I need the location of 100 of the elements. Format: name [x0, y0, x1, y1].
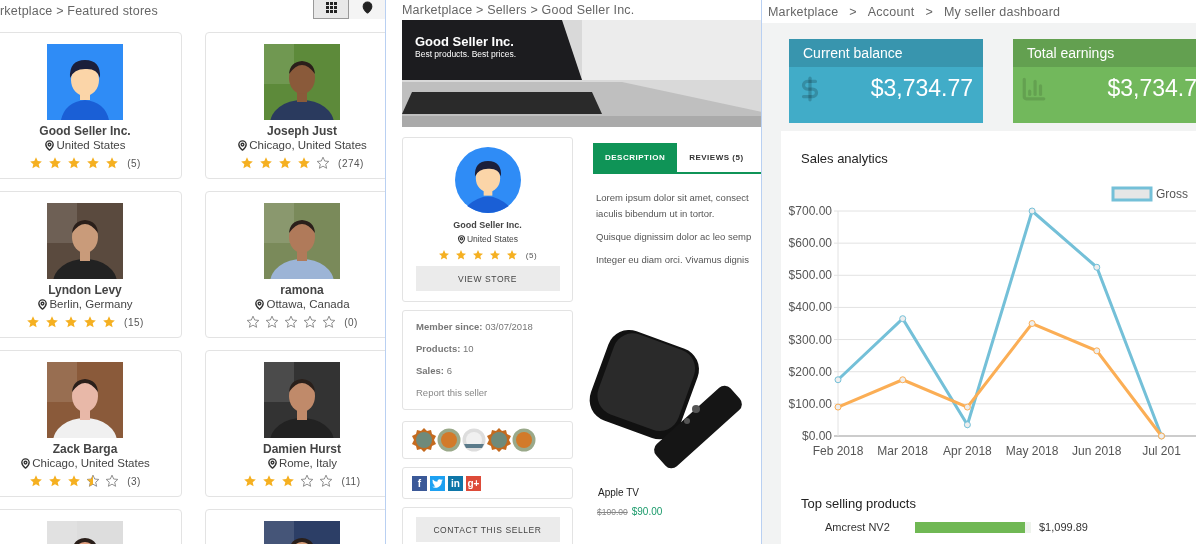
description-paragraph: Lorem ipsum dolor sit amet, consect iaculis bibendum ut in tortor.	[595, 192, 750, 220]
star-icon	[505, 249, 518, 261]
store-location: Chicago, United States	[237, 139, 367, 151]
star-icon	[246, 315, 261, 329]
product-name: Amcrest NV2	[825, 521, 891, 533]
star-icon	[29, 156, 44, 170]
store-name: Damien Hurst	[263, 442, 341, 456]
store-name: ramona	[280, 283, 324, 297]
grid-icon	[325, 2, 337, 13]
star-icon	[259, 156, 274, 170]
star-icon	[86, 156, 101, 170]
avatar-icon	[47, 44, 123, 120]
avatar-icon	[454, 147, 521, 213]
seller-stat: Sales: 6	[416, 365, 453, 376]
rating-count: (3)	[127, 475, 141, 487]
seller-location: United States	[457, 234, 518, 244]
star-icon	[29, 474, 44, 488]
linkedin-link[interactable]: in	[448, 476, 463, 491]
stat-value: $3,734.7	[1107, 75, 1196, 102]
breadcrumb-link[interactable]: Marketplace	[768, 4, 839, 23]
store-name: Lyndon Levy	[48, 283, 122, 297]
description-paragraph: Quisque dignissim dolor ac leo semp	[595, 231, 753, 243]
tab[interactable]: DESCRIPTION	[593, 143, 678, 172]
breadcrumb-separator: >	[849, 4, 857, 21]
badge-icon	[412, 428, 436, 452]
axis-label: $200.00	[788, 364, 832, 379]
store-location: Rome, Italy	[266, 457, 338, 469]
old-price: $100.00	[597, 507, 628, 517]
product-name[interactable]: Apple TV	[593, 487, 761, 498]
axis-label: Feb 2018	[812, 444, 864, 458]
rating-count: (5)	[525, 250, 538, 260]
location-pin-icon	[254, 298, 266, 310]
store-card[interactable]: Zack Barga Chicago, United States (3)	[0, 350, 182, 497]
product-price: $90.00	[631, 506, 663, 517]
contact-seller-button[interactable]: CONTACT THIS SELLER	[415, 517, 560, 542]
point	[899, 376, 907, 384]
point	[834, 376, 842, 384]
location-pin-icon	[44, 139, 56, 151]
star-icon	[278, 156, 293, 170]
point	[899, 315, 907, 323]
location-pin-icon	[237, 139, 249, 151]
location-pin-icon	[20, 457, 32, 469]
star-icon	[265, 315, 280, 329]
axis-label: $600.00	[788, 236, 832, 251]
store-card[interactable]: Lyndon Levy Berlin, Germany (15)	[0, 191, 182, 338]
store-card[interactable]: ramona Ottawa, Canada (0)	[205, 191, 385, 338]
axis-label: Apr 2018	[943, 444, 992, 458]
seller-stat: Products: 10	[416, 343, 475, 354]
facebook-link[interactable]: f	[412, 476, 427, 491]
axis-label: $700.00	[788, 204, 832, 218]
grid-view-button[interactable]	[313, 0, 349, 19]
point	[963, 403, 971, 411]
store-tagline: Best products. Best prices.	[415, 49, 517, 59]
breadcrumb: rketplace > Featured stores	[0, 3, 158, 18]
star-icon	[45, 315, 60, 329]
axis-label: $500.00	[788, 268, 832, 283]
star-icon	[319, 474, 334, 488]
view-store-button[interactable]: VIEW STORE	[415, 266, 560, 291]
axis-label: $400.00	[788, 300, 832, 315]
store-name: Zack Barga	[52, 442, 118, 456]
legend-label: Gross	[1156, 187, 1189, 201]
description-paragraph: Integer eu diam orci. Vivamus dignis	[595, 254, 750, 266]
star-icon	[64, 315, 79, 329]
store-location: Chicago, United States	[20, 457, 150, 469]
star-icon	[322, 315, 337, 329]
chart-legend: Gross	[1111, 186, 1188, 202]
store-card[interactable]: Damien Hurst Rome, Italy (11)	[205, 350, 385, 497]
location-pin-icon	[457, 234, 466, 244]
star-icon	[454, 249, 467, 261]
star-icon	[48, 474, 63, 488]
report-link[interactable]: Report this seller	[416, 387, 559, 398]
stat-value: $3,734.77	[870, 75, 973, 102]
star-icon	[297, 156, 312, 170]
store-title: Good Seller Inc.	[415, 34, 515, 49]
star-icon	[488, 249, 501, 261]
store-card[interactable]: Good Seller Inc. United States (5)	[0, 32, 182, 179]
store-name: Good Seller Inc.	[39, 124, 131, 138]
badge-icon	[512, 428, 536, 452]
map-view-button[interactable]	[349, 0, 385, 19]
star-icon	[83, 315, 98, 329]
star-icon	[262, 474, 277, 488]
twitter-link[interactable]	[430, 476, 445, 491]
store-name: Joseph Just	[267, 124, 337, 138]
badge-icon	[487, 428, 511, 452]
rating-count: (15)	[124, 316, 144, 328]
star-icon	[67, 156, 82, 170]
store-location: Ottawa, Canada	[254, 298, 350, 310]
breadcrumb-link[interactable]: My seller dashboard	[943, 4, 1061, 23]
breadcrumb-link[interactable]: Account	[867, 4, 915, 23]
rating-count: (5)	[127, 157, 141, 169]
breadcrumb-separator: >	[925, 4, 933, 21]
section-title: Top selling products	[801, 496, 917, 511]
googleplus-link[interactable]: g+	[466, 476, 481, 491]
star-icon	[102, 315, 117, 329]
map-pin-icon	[360, 1, 374, 14]
axis-label: May 2018	[1005, 444, 1059, 458]
store-card[interactable]: Joseph Just Chicago, United States (274)	[205, 32, 385, 179]
stat-title: Total earnings	[1013, 39, 1196, 67]
star-icon	[26, 315, 41, 329]
star-icon	[471, 249, 484, 261]
